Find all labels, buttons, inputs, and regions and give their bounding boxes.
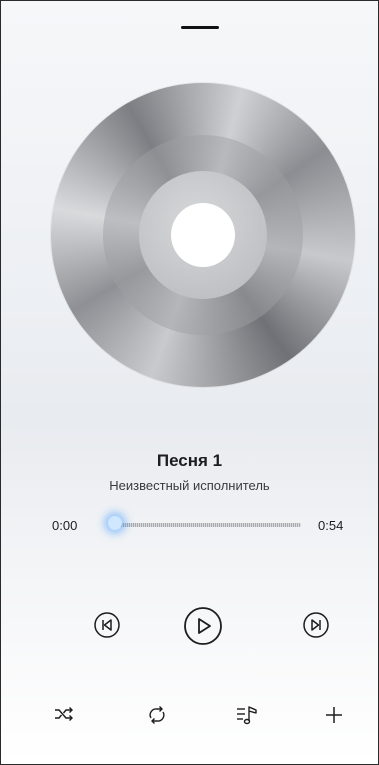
progress-track[interactable] [115, 523, 301, 527]
skip-next-icon [302, 611, 330, 639]
shuffle-button[interactable] [51, 701, 77, 727]
total-time: 0:54 [318, 518, 344, 533]
add-icon [324, 705, 344, 725]
play-icon [183, 606, 223, 646]
repeat-icon [145, 704, 169, 726]
previous-button[interactable] [91, 609, 123, 641]
play-button[interactable] [181, 604, 225, 648]
playlist-button[interactable] [233, 701, 261, 729]
sheet-grabber[interactable] [181, 26, 219, 29]
skip-previous-icon [93, 611, 121, 639]
music-player-screen: Песня 1 Неизвестный исполнитель 0:00 0:5… [0, 0, 379, 765]
add-button[interactable] [321, 702, 347, 728]
track-artist: Неизвестный исполнитель [109, 478, 270, 493]
disc-center-hole [171, 203, 235, 267]
next-button[interactable] [300, 609, 332, 641]
track-title: Песня 1 [156, 451, 223, 470]
elapsed-time: 0:00 [52, 518, 78, 533]
shuffle-icon [53, 704, 75, 724]
playlist-music-icon [235, 704, 259, 726]
repeat-button[interactable] [143, 701, 171, 729]
progress-thumb[interactable] [108, 516, 122, 530]
